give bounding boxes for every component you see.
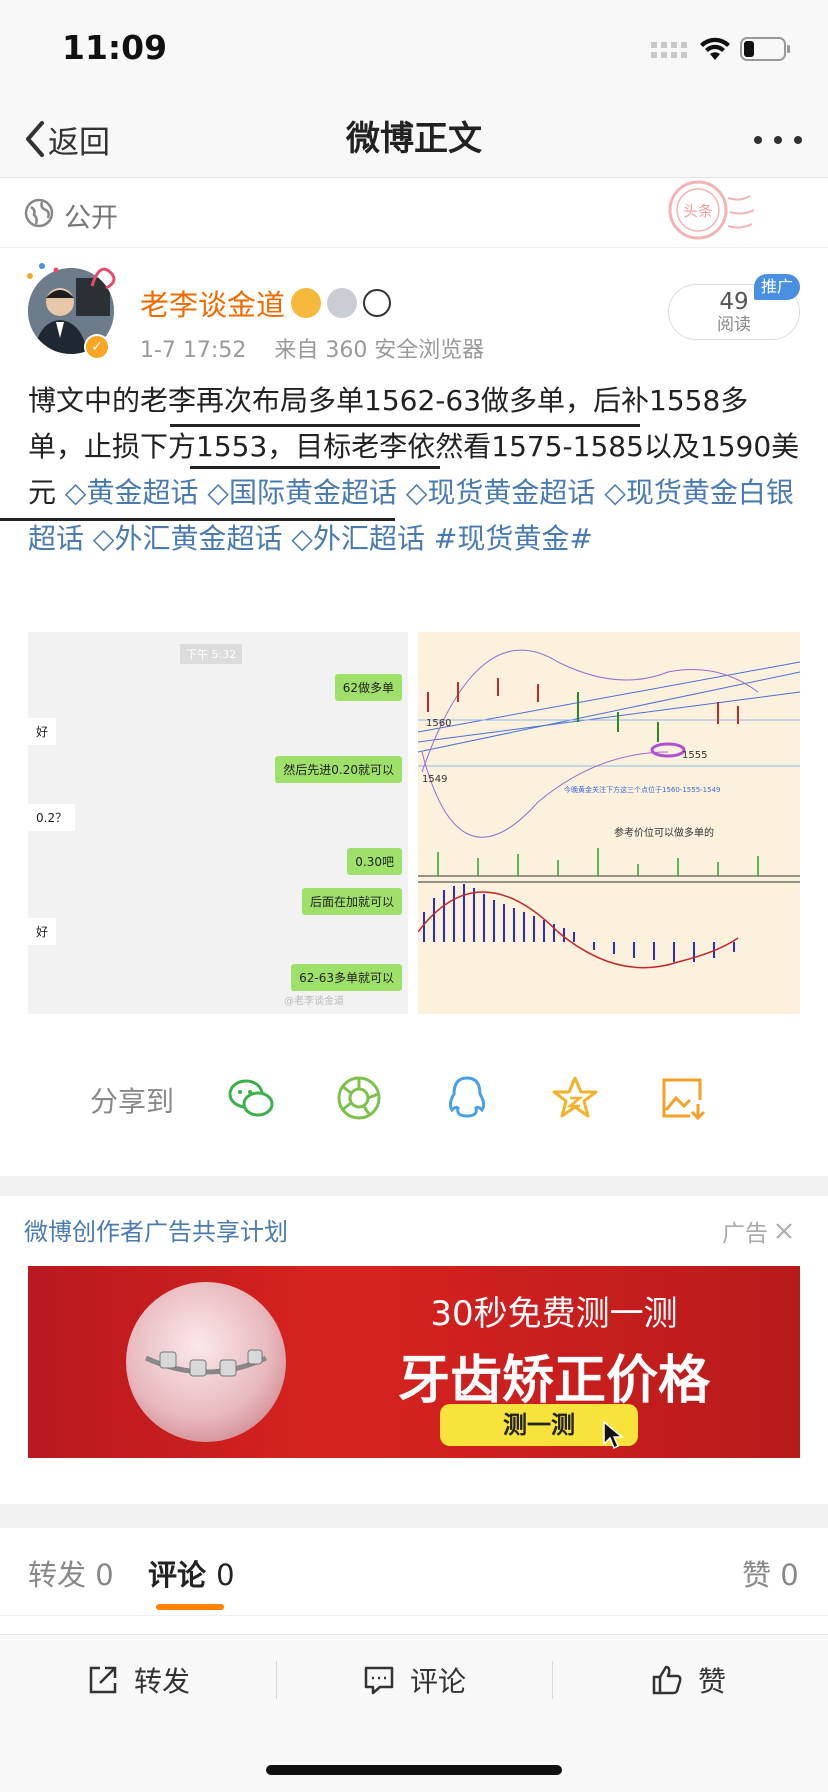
globe-icon <box>24 198 54 228</box>
bottom-action-bar: 转发 评论 赞 <box>0 1634 828 1792</box>
page-title: 微博正文 <box>346 119 482 159</box>
post-meta: 1-7 17:52 来自 360 安全浏览器 <box>140 332 484 364</box>
repost-button[interactable]: 转发 <box>86 1655 190 1705</box>
ad-header[interactable]: 微博创作者广告共享计划 <box>24 1212 288 1247</box>
chart-screenshot-image[interactable]: 1560 1549 1555 今晚黄金关注下方这三个点位于1560-1555-1… <box>418 632 800 1014</box>
panda-icon <box>363 289 392 317</box>
post-text-1: 博文中的 <box>28 384 141 417</box>
visibility-row: 公开 头条 <box>0 178 828 248</box>
ad-line-2: 牙齿矫正价格 <box>397 1351 710 1411</box>
chat-bubble: 好 <box>28 718 57 745</box>
more-icon[interactable] <box>752 130 804 150</box>
chat-bubble: 后面在加就可以 <box>301 888 402 915</box>
avatar-decoration-icon <box>27 263 116 290</box>
author-name-row[interactable]: 老李谈金道 <box>140 282 392 324</box>
chart-label: 1555 <box>682 750 707 761</box>
author-row: ✓ 老李谈金道 1-7 17:52 来自 360 安全浏览器 49 阅读 推广 <box>0 248 828 368</box>
chat-timestamp: 下午 5:32 <box>180 644 243 664</box>
moments-icon[interactable] <box>334 1074 384 1122</box>
like-button[interactable]: 赞 <box>650 1655 726 1705</box>
topic-link[interactable]: ◇外汇超话 <box>291 522 425 555</box>
thumbs-up-icon <box>652 1665 682 1695</box>
favorite-icon[interactable] <box>550 1074 600 1122</box>
medal-icon <box>327 288 358 318</box>
chart-label: 1549 <box>422 774 447 785</box>
tab-reposts[interactable]: 转发 0 <box>28 1552 114 1594</box>
visibility-label: 公开 <box>64 203 118 234</box>
comment-label: 评论 <box>410 1665 467 1698</box>
comment-icon <box>364 1666 394 1695</box>
chart-caption: 参考价位可以做多单的 <box>614 826 714 839</box>
hashtag-link[interactable]: #现货黄金# <box>434 522 593 555</box>
post-text-2: 老李再次布局多单1562-63做多单 <box>140 384 566 417</box>
divider <box>276 1661 277 1699</box>
post-body: 博文中的老李再次布局多单1562-63做多单，后补1558多单，止损下方1553… <box>28 378 800 562</box>
chat-bubble: 62-63多单就可以 <box>291 964 402 991</box>
battery-icon <box>740 37 790 61</box>
share-row: 分享到 <box>0 1064 828 1134</box>
share-out-icon <box>89 1666 117 1694</box>
chart-note: 今晚黄金关注下方这三个点位于1560-1555-1549 <box>564 785 721 794</box>
topic-link[interactable]: ◇黄金超话 <box>65 476 199 509</box>
ad-line-1: 30秒免费测一测 <box>430 1294 678 1334</box>
watermark: @老李谈金道 <box>284 996 344 1007</box>
candlestick-chart: 1560 1549 1555 今晚黄金关注下方这三个点位于1560-1555-1… <box>418 649 800 969</box>
topic-link[interactable]: ◇现货黄金超话 <box>406 476 596 509</box>
interaction-tabs: 转发 0 评论 0 赞 0 <box>0 1528 828 1616</box>
read-label: 阅读 <box>717 315 751 335</box>
post-time: 1-7 17:52 <box>140 338 247 363</box>
cursor-icon <box>603 1420 625 1450</box>
svg-text:头条: 头条 <box>683 202 713 220</box>
author-name[interactable]: 老李谈金道 <box>140 282 285 324</box>
vip-crown-icon <box>291 288 322 318</box>
chat-screenshot-image[interactable]: 下午 5:32 62做多单 好 然后先进0.20就可以 0.2？ 0.30吧 后… <box>28 632 408 1014</box>
repost-label: 转发 <box>134 1665 191 1698</box>
wechat-icon[interactable] <box>226 1074 276 1122</box>
underline-mark <box>0 518 395 521</box>
section-divider <box>0 1176 828 1196</box>
status-bar: 11:09 <box>0 0 828 100</box>
ad-tag[interactable]: 广告 <box>722 1214 794 1248</box>
chat-bubble: 然后先进0.20就可以 <box>275 756 402 783</box>
status-time: 11:09 <box>62 28 168 67</box>
chart-label: 1560 <box>426 718 451 729</box>
underline-mark <box>190 466 440 469</box>
close-icon[interactable] <box>774 1221 794 1241</box>
signal-icon <box>651 42 687 58</box>
headline-stamp-icon: 头条 <box>668 180 755 240</box>
promo-badge[interactable]: 推广 <box>754 274 800 300</box>
nav-bar: 返回 微博正文 <box>0 100 828 178</box>
topic-link[interactable]: ◇外汇黄金超话 <box>93 522 283 555</box>
ad-tag-label: 广告 <box>722 1221 768 1247</box>
home-indicator[interactable] <box>266 1765 562 1775</box>
tab-comments[interactable]: 评论 0 <box>148 1552 235 1594</box>
tab-likes[interactable]: 赞 0 <box>742 1552 799 1594</box>
like-label: 赞 <box>698 1665 727 1698</box>
post-source: 来自 360 安全浏览器 <box>274 338 485 363</box>
active-tab-indicator <box>156 1604 224 1610</box>
wifi-icon <box>700 37 730 60</box>
qq-icon[interactable] <box>442 1074 492 1122</box>
ad-banner[interactable]: 30秒免费测一测 牙齿矫正价格 测一测 <box>28 1266 800 1458</box>
section-divider <box>0 1504 828 1528</box>
chat-bubble: 62做多单 <box>334 674 402 701</box>
underline-mark <box>170 424 640 427</box>
divider <box>552 1661 553 1699</box>
comment-button[interactable]: 评论 <box>362 1655 466 1705</box>
chat-bubble: 0.2？ <box>28 804 76 831</box>
save-image-icon[interactable] <box>658 1074 708 1122</box>
chat-bubble: 好 <box>28 918 57 945</box>
post-images: 下午 5:32 62做多单 好 然后先进0.20就可以 0.2？ 0.30吧 后… <box>28 632 800 1014</box>
chat-bubble: 0.30吧 <box>347 848 402 875</box>
verified-badge-icon: ✓ <box>84 334 110 360</box>
topic-link[interactable]: ◇国际黄金超话 <box>207 476 397 509</box>
share-label: 分享到 <box>90 1085 175 1118</box>
braces-image <box>126 1282 286 1442</box>
